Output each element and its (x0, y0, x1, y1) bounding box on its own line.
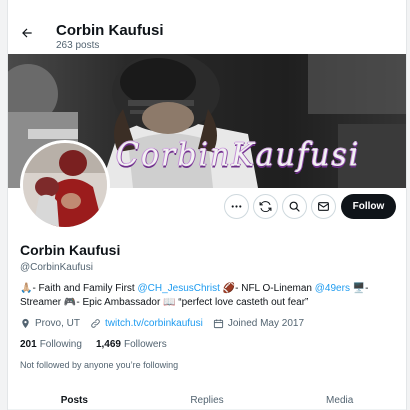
followers-count: 1,469 (95, 339, 121, 350)
joined-item: Joined May 2017 (213, 318, 304, 329)
profile-name: Corbin Kaufusi (20, 242, 121, 258)
profile-bio: 🙏🏼- Faith and Family First @CH_JesusChri… (20, 282, 396, 310)
subscribe-button[interactable] (253, 194, 278, 219)
joined-text: Joined May 2017 (227, 318, 305, 329)
message-icon (318, 202, 329, 211)
bio-mention-link[interactable]: @CH_JesusChrist (137, 283, 219, 294)
tab-replies[interactable]: Replies (141, 388, 274, 409)
profile-meta: Provo, UT twitch.tv/corbinkaufusi Joined… (20, 318, 314, 329)
message-button[interactable] (311, 194, 336, 219)
location-icon (22, 318, 29, 329)
calendar-icon (213, 319, 223, 329)
followed-by-note: Not followed by anyone you’re following (20, 360, 179, 370)
header-title: Corbin Kaufusi (56, 22, 164, 39)
tab-posts[interactable]: Posts (8, 388, 141, 409)
following-count: 201 (20, 339, 37, 350)
profile-page: Corbin Kaufusi 263 posts CorbinKaufusi F… (0, 0, 410, 410)
search-profile-button[interactable] (282, 194, 307, 219)
following-label: Following (39, 339, 82, 350)
posts-count: 263 posts (56, 40, 100, 51)
bio-text: 🙏🏼- Faith and Family First (20, 283, 138, 294)
follow-button[interactable]: Follow (341, 194, 396, 219)
location-text: Provo, UT (35, 318, 81, 329)
bio-mention-link[interactable]: @49ers (315, 283, 350, 294)
followers-link[interactable]: 1,469 Followers (96, 339, 167, 350)
more-button[interactable] (224, 194, 249, 219)
tab-media[interactable]: Media (273, 388, 406, 409)
bio-text: 🏈- NFL O-Lineman (219, 283, 315, 294)
back-button[interactable] (16, 22, 38, 44)
website-item: twitch.tv/corbinkaufusi (90, 318, 203, 329)
back-arrow-icon (22, 28, 32, 38)
avatar[interactable] (20, 140, 110, 230)
avatar-photo (23, 143, 107, 227)
profile-tabs: Posts Replies Media (8, 388, 406, 410)
follow-stats: 201 Following 1,469 Followers (20, 339, 181, 350)
location-item: Provo, UT (20, 318, 80, 329)
website-link[interactable]: twitch.tv/corbinkaufusi (105, 318, 203, 329)
search-icon (289, 201, 300, 212)
following-link[interactable]: 201 Following (20, 339, 82, 350)
banner-signature: CorbinKaufusi (116, 137, 361, 174)
more-icon (231, 205, 242, 208)
left-edge (0, 0, 8, 410)
profile-handle: @CorbinKaufusi (20, 262, 93, 273)
subscribe-icon (259, 201, 272, 212)
link-icon (91, 319, 100, 328)
right-edge (406, 0, 410, 410)
followers-label: Followers (123, 339, 167, 350)
profile-header: Corbin Kaufusi 263 posts (8, 0, 406, 56)
